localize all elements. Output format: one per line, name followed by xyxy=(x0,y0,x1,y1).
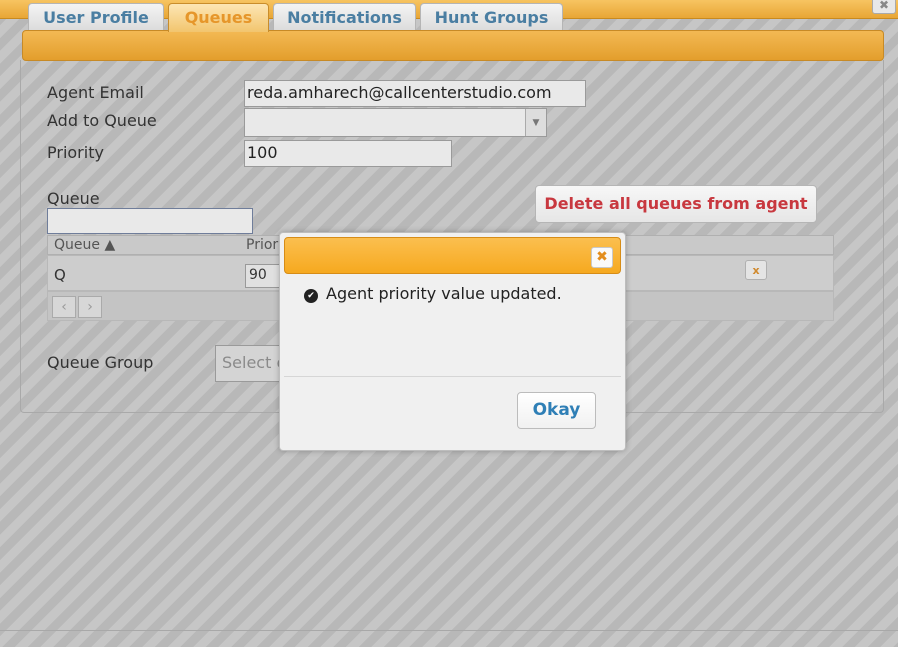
row-delete-icon[interactable]: x xyxy=(745,260,767,280)
column-header-priority[interactable]: Priori xyxy=(246,237,282,253)
pager-prev-icon[interactable]: ‹ xyxy=(52,296,76,318)
chevron-down-icon[interactable]: ▼ xyxy=(525,109,546,136)
agent-email-field[interactable]: reda.amharech@callcenterstudio.com xyxy=(244,80,586,107)
dialog-header: ✖ xyxy=(284,237,621,274)
dialog-divider xyxy=(284,376,621,377)
tab-bar xyxy=(22,30,884,61)
priority-field[interactable]: 100 xyxy=(244,140,452,167)
tab-hunt-groups[interactable]: Hunt Groups xyxy=(420,3,563,30)
tab-notifications[interactable]: Notifications xyxy=(273,3,416,30)
tab-user-profile[interactable]: User Profile xyxy=(28,3,164,30)
notification-dialog: ✖ ✔ Agent priority value updated. Okay xyxy=(279,232,626,451)
column-header-queue[interactable]: Queue ▲ xyxy=(54,237,115,253)
window-close-icon[interactable]: ✖ xyxy=(872,0,896,14)
add-to-queue-dropdown[interactable]: ▼ xyxy=(244,108,547,137)
row-queue-cell: Q xyxy=(54,266,66,284)
dialog-message: ✔ Agent priority value updated. xyxy=(304,284,562,303)
queue-filter-input[interactable] xyxy=(47,208,253,234)
queue-filter-label: Queue xyxy=(47,189,100,208)
dialog-message-text: Agent priority value updated. xyxy=(326,284,562,303)
add-to-queue-label: Add to Queue xyxy=(47,111,157,130)
queue-group-label: Queue Group xyxy=(47,353,154,372)
check-circle-icon: ✔ xyxy=(304,289,318,303)
bottom-divider xyxy=(0,630,898,631)
delete-all-queues-button[interactable]: Delete all queues from agent xyxy=(535,185,817,223)
priority-label: Priority xyxy=(47,143,104,162)
okay-button[interactable]: Okay xyxy=(517,392,596,429)
tab-queues[interactable]: Queues xyxy=(168,3,269,32)
agent-email-label: Agent Email xyxy=(47,83,144,102)
pager-next-icon[interactable]: › xyxy=(78,296,102,318)
dialog-close-icon[interactable]: ✖ xyxy=(591,247,613,268)
